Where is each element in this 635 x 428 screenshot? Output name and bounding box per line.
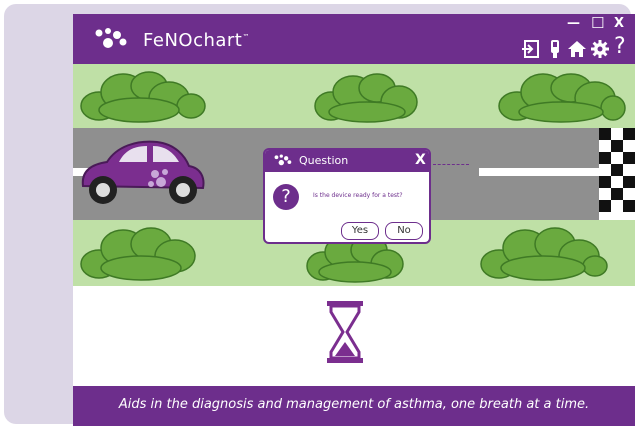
device-icon[interactable] bbox=[545, 39, 565, 59]
hourglass-icon bbox=[327, 301, 363, 363]
dotted-line bbox=[433, 164, 469, 166]
car bbox=[81, 140, 205, 204]
logo-icon bbox=[95, 28, 127, 48]
help-icon[interactable]: ? bbox=[614, 34, 626, 59]
gear-icon[interactable] bbox=[590, 39, 610, 59]
minimize-button[interactable]: — bbox=[567, 16, 580, 31]
logo-icon bbox=[274, 154, 292, 166]
lane-marking bbox=[479, 168, 599, 176]
dialog-title: Question bbox=[299, 154, 349, 167]
question-icon: ? bbox=[273, 184, 299, 210]
bush bbox=[480, 227, 608, 281]
tagline: Aids in the diagnosis and management of … bbox=[118, 397, 590, 412]
footer-bar: Aids in the diagnosis and management of … bbox=[73, 386, 635, 426]
grass-strip-top bbox=[73, 64, 635, 128]
dialog-header: Question X bbox=[265, 150, 429, 172]
home-icon[interactable] bbox=[567, 39, 587, 59]
status-area bbox=[73, 286, 635, 386]
no-button[interactable]: No bbox=[385, 222, 423, 240]
question-dialog: Question X ? Is the device ready for a t… bbox=[263, 148, 431, 244]
bush bbox=[80, 227, 196, 281]
app-brand: FeNOchart™ bbox=[143, 30, 250, 51]
bush bbox=[80, 71, 206, 123]
bush bbox=[498, 73, 626, 123]
login-icon[interactable] bbox=[521, 39, 541, 59]
app-window: FeNOchart™ — ☐ X ? Aids in the diagnosis… bbox=[73, 14, 635, 426]
yes-button[interactable]: Yes bbox=[341, 222, 379, 240]
finish-flag bbox=[599, 128, 635, 220]
close-window-button[interactable]: X bbox=[614, 16, 624, 31]
title-bar: FeNOchart™ — ☐ X ? bbox=[73, 14, 635, 64]
maximize-button[interactable]: ☐ bbox=[591, 14, 604, 32]
dialog-message: Is the device ready for a test? bbox=[313, 192, 403, 199]
dialog-close-button[interactable]: X bbox=[415, 152, 426, 168]
bush bbox=[314, 73, 418, 123]
